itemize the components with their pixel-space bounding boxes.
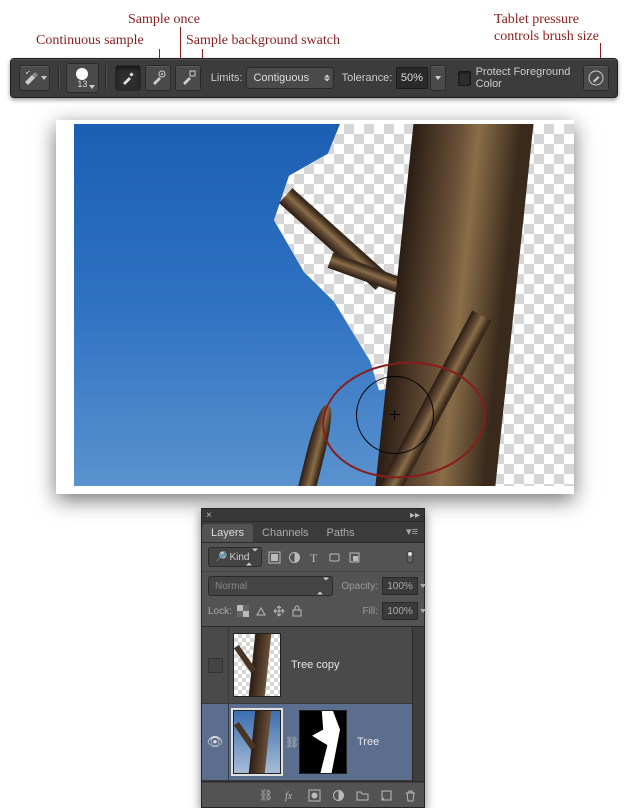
blend-mode-value: Normal bbox=[215, 581, 247, 592]
lock-fill-row: Lock: Fill: 100% bbox=[202, 600, 424, 626]
canvas-content bbox=[74, 124, 574, 486]
annotation-sample-once: Sample once bbox=[128, 12, 200, 29]
chevron-down-icon bbox=[89, 85, 95, 89]
annotation-continuous-sample: Continuous sample bbox=[36, 33, 144, 50]
limits-value: Contiguous bbox=[253, 72, 309, 84]
protect-fg-checkbox[interactable] bbox=[458, 71, 471, 86]
tab-channels[interactable]: Channels bbox=[253, 524, 317, 542]
collapse-icon[interactable]: ▸▸ bbox=[410, 510, 420, 521]
tablet-pressure-button[interactable] bbox=[583, 65, 609, 91]
eyedropper-swatch-icon bbox=[180, 70, 196, 86]
filter-type-icon[interactable]: T bbox=[306, 549, 322, 565]
visibility-off-icon bbox=[208, 658, 223, 673]
lock-position-icon[interactable] bbox=[272, 604, 286, 618]
mask-link-icon[interactable]: ⛓ bbox=[285, 736, 295, 749]
lock-all-icon[interactable] bbox=[290, 604, 304, 618]
annotation-tablet-pressure: Tablet pressure controls brush size bbox=[494, 12, 599, 46]
eyedropper-continuous-icon bbox=[120, 70, 136, 86]
filter-pixel-icon[interactable] bbox=[266, 549, 282, 565]
lock-image-icon[interactable] bbox=[254, 604, 268, 618]
sampling-once-button[interactable] bbox=[145, 65, 171, 91]
new-group-button[interactable] bbox=[354, 787, 370, 803]
link-layers-button[interactable]: ⛓ bbox=[258, 787, 274, 803]
new-adjustment-button[interactable] bbox=[330, 787, 346, 803]
new-layer-button[interactable] bbox=[378, 787, 394, 803]
chevron-updown-icon bbox=[246, 552, 258, 563]
bg-eraser-icon bbox=[23, 70, 39, 86]
limits-select[interactable]: Contiguous bbox=[246, 67, 333, 89]
eye-icon: 👁 bbox=[207, 734, 224, 750]
tolerance-label: Tolerance: bbox=[342, 72, 393, 84]
separator bbox=[105, 66, 107, 90]
pressure-size-icon bbox=[587, 69, 605, 87]
brush-size-value: 13 bbox=[77, 80, 87, 89]
lock-label: Lock: bbox=[208, 606, 232, 617]
layer-thumbnail[interactable] bbox=[233, 710, 281, 774]
opacity-value: 100% bbox=[387, 581, 413, 592]
limits-label: Limits: bbox=[211, 72, 243, 84]
layer-name[interactable]: Tree copy bbox=[291, 659, 340, 671]
panel-menu-button[interactable]: ▾≡ bbox=[400, 521, 424, 542]
panel-bottom-buttons: ⛓ fx bbox=[202, 782, 424, 807]
brush-preset-picker[interactable]: 13 bbox=[66, 63, 99, 93]
document-canvas[interactable] bbox=[56, 120, 574, 494]
layer-row-tree-copy[interactable]: Tree copy bbox=[202, 627, 412, 704]
tolerance-value: 50% bbox=[401, 72, 423, 84]
layers-list: Tree copy 👁 ⛓ Tree bbox=[202, 626, 424, 782]
close-icon[interactable]: × bbox=[206, 510, 212, 521]
filter-smart-icon[interactable] bbox=[346, 549, 362, 565]
layer-mask-thumbnail[interactable] bbox=[299, 710, 347, 774]
chevron-updown-icon bbox=[317, 581, 329, 592]
brush-dot-icon bbox=[76, 68, 88, 80]
tab-paths[interactable]: Paths bbox=[318, 524, 364, 542]
layer-name[interactable]: Tree bbox=[357, 736, 379, 748]
chevron-updown-icon bbox=[324, 75, 330, 82]
annotation-sample-bg-swatch: Sample background swatch bbox=[186, 33, 340, 50]
layer-row-tree[interactable]: 👁 ⛓ Tree bbox=[202, 704, 412, 781]
lock-transparency-icon[interactable] bbox=[236, 604, 250, 618]
opacity-label: Opacity: bbox=[341, 581, 378, 592]
sampling-bg-swatch-button[interactable] bbox=[175, 65, 201, 91]
tolerance-input[interactable]: 50% bbox=[396, 67, 427, 89]
sampling-continuous-button[interactable] bbox=[115, 65, 141, 91]
tolerance-flyout-button[interactable] bbox=[430, 65, 446, 91]
protect-fg-group[interactable]: Protect Foreground Color bbox=[458, 66, 582, 90]
chevron-down-icon bbox=[420, 584, 426, 588]
filter-toggle-switch[interactable] bbox=[402, 549, 418, 565]
visibility-toggle[interactable] bbox=[202, 627, 229, 703]
scrollbar[interactable] bbox=[412, 627, 424, 781]
delete-layer-button[interactable] bbox=[402, 787, 418, 803]
fill-value: 100% bbox=[387, 606, 413, 617]
filter-shape-icon[interactable] bbox=[326, 549, 342, 565]
filter-kind-select[interactable]: 🔎 Kind bbox=[208, 547, 262, 567]
svg-text:fx: fx bbox=[285, 791, 293, 802]
eyedropper-once-icon bbox=[150, 70, 166, 86]
fill-input[interactable]: 100% bbox=[382, 602, 418, 620]
protect-fg-label: Protect Foreground Color bbox=[476, 66, 581, 90]
layer-filter-row: 🔎 Kind T bbox=[202, 543, 424, 571]
panel-tabs: Layers Channels Paths ▾≡ bbox=[202, 522, 424, 543]
fill-label: Fill: bbox=[362, 606, 378, 617]
blend-mode-select[interactable]: Normal bbox=[208, 576, 333, 596]
svg-text:T: T bbox=[310, 551, 318, 564]
chevron-down-icon bbox=[420, 609, 426, 613]
chevron-down-icon bbox=[435, 76, 441, 80]
options-bar: 13 Limits: Contiguous Tolerance: 50% Pro… bbox=[10, 58, 618, 98]
tab-layers[interactable]: Layers bbox=[202, 524, 253, 542]
layer-thumbnail[interactable] bbox=[233, 633, 281, 697]
panel-titlebar[interactable]: × ▸▸ bbox=[202, 509, 424, 522]
tool-preset-picker[interactable] bbox=[19, 65, 50, 91]
separator bbox=[58, 66, 60, 90]
layer-style-button[interactable]: fx bbox=[282, 787, 298, 803]
visibility-toggle[interactable]: 👁 bbox=[202, 704, 229, 780]
layers-panel: × ▸▸ Layers Channels Paths ▾≡ 🔎 Kind T N… bbox=[201, 508, 425, 808]
filter-adjustment-icon[interactable] bbox=[286, 549, 302, 565]
add-mask-button[interactable] bbox=[306, 787, 322, 803]
blend-opacity-row: Normal Opacity: 100% bbox=[202, 571, 424, 600]
opacity-input[interactable]: 100% bbox=[382, 577, 418, 595]
